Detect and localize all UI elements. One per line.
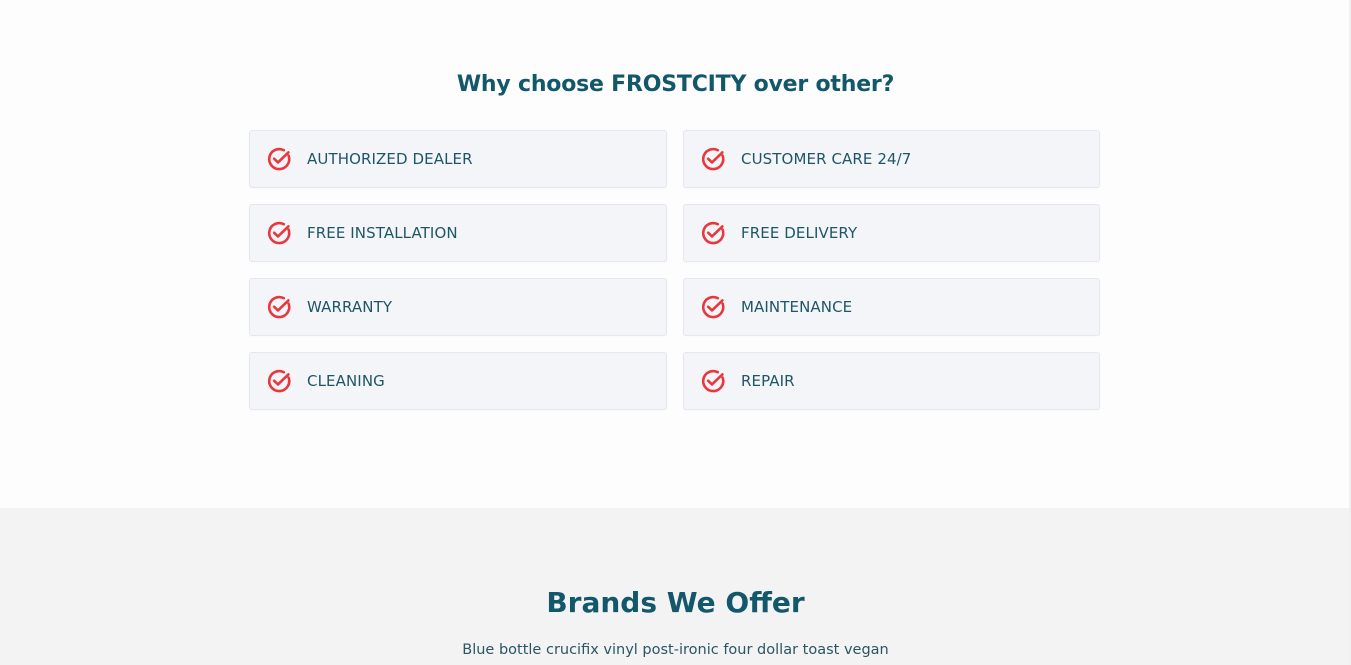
feature-label: REPAIR [741,372,795,390]
check-circle-icon [700,220,726,246]
feature-label: CUSTOMER CARE 24/7 [741,150,912,168]
feature-card-free-delivery: FREE DELIVERY [683,204,1100,262]
feature-label: MAINTENANCE [741,298,853,316]
check-circle-icon [700,146,726,172]
why-choose-section: Why choose FROSTCITY over other? AUTHORI… [0,0,1351,508]
feature-card-warranty: WARRANTY [249,278,667,336]
feature-card-authorized-dealer: AUTHORIZED DEALER [249,130,667,188]
check-circle-icon [266,146,292,172]
brands-subtitle: Blue bottle crucifix vinyl post-ironic f… [462,642,889,658]
feature-label: FREE INSTALLATION [307,224,458,242]
feature-label: AUTHORIZED DEALER [307,150,473,168]
check-circle-icon [700,368,726,394]
brands-title: Brands We Offer [546,586,805,619]
features-grid: AUTHORIZED DEALER CUSTOMER CARE 24/7 FRE… [249,130,1100,410]
feature-card-repair: REPAIR [683,352,1100,410]
feature-card-cleaning: CLEANING [249,352,667,410]
check-circle-icon [266,294,292,320]
feature-label: WARRANTY [307,298,393,316]
feature-label: FREE DELIVERY [741,224,858,242]
feature-card-maintenance: MAINTENANCE [683,278,1100,336]
feature-label: CLEANING [307,372,385,390]
check-circle-icon [266,220,292,246]
brands-section: Brands We Offer Blue bottle crucifix vin… [0,508,1351,665]
feature-card-free-installation: FREE INSTALLATION [249,204,667,262]
feature-card-customer-care: CUSTOMER CARE 24/7 [683,130,1100,188]
check-circle-icon [700,294,726,320]
check-circle-icon [266,368,292,394]
why-choose-title: Why choose FROSTCITY over other? [456,72,895,97]
